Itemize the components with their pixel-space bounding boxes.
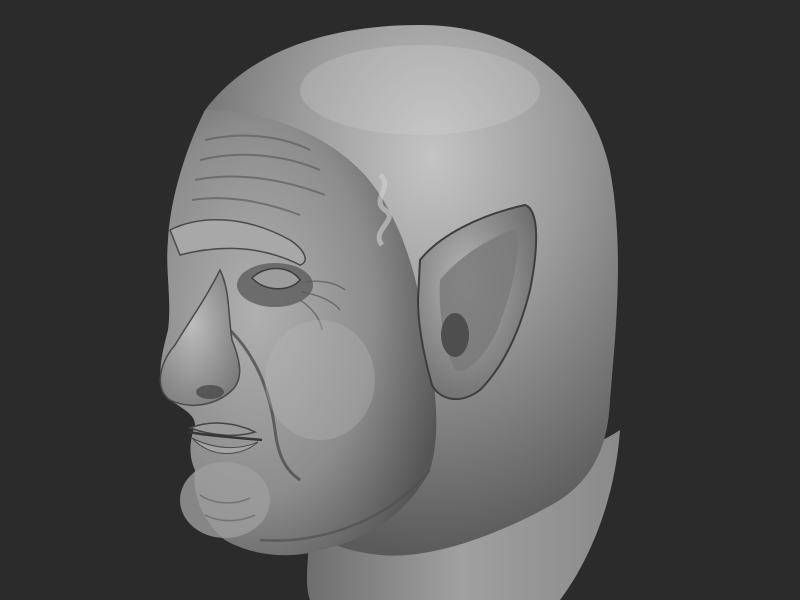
chin [180,462,270,538]
nostril [196,385,224,399]
ear-canal [441,313,469,357]
sculpted-head-model[interactable] [0,0,800,600]
cranium-highlight [300,45,540,135]
3d-viewport[interactable] [0,0,800,600]
cheek-highlight [265,320,375,440]
